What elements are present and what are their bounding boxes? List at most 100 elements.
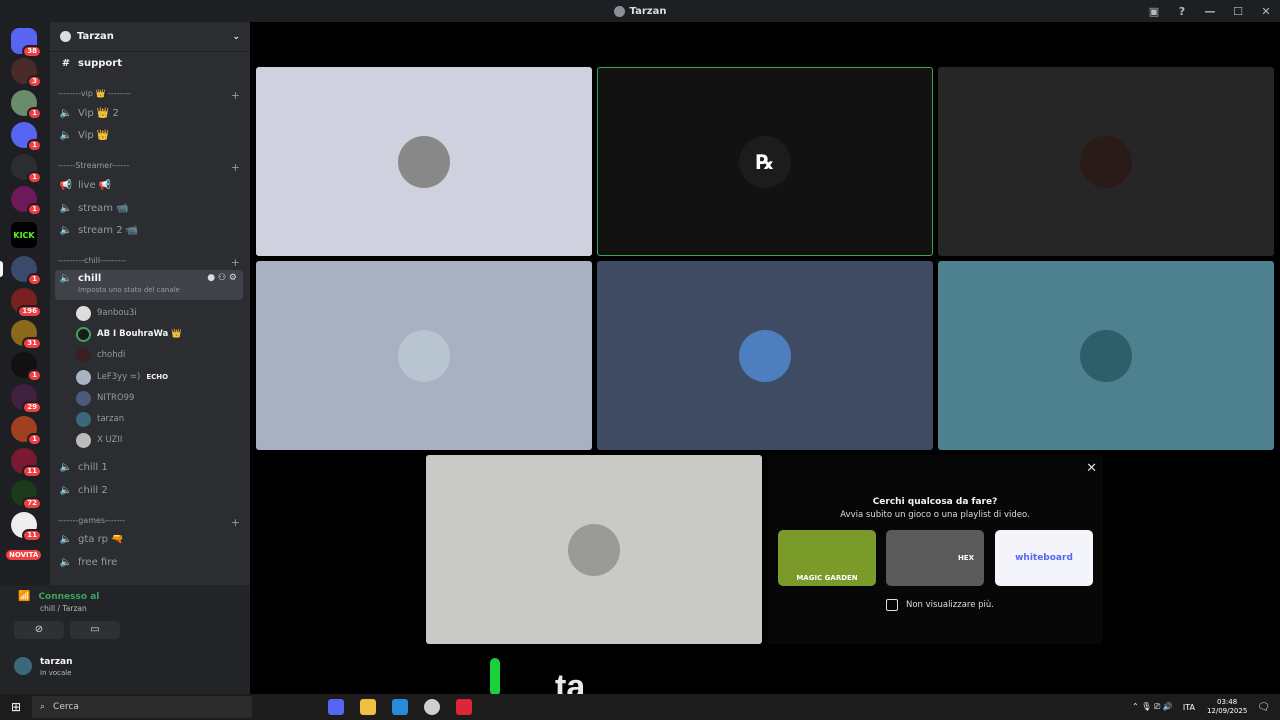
category-chill[interactable]: ---------chill--------- + (58, 256, 240, 269)
discord-taskbar-icon[interactable] (328, 699, 344, 715)
category-label: --------vip 👑 -------- (58, 89, 132, 98)
voice-member[interactable]: NITRO99 (76, 388, 134, 408)
dont-show-checkbox[interactable] (886, 599, 898, 611)
tray-icons[interactable]: ⌃ 🎙 ⎚ 🔊 (1132, 702, 1173, 712)
voice-member[interactable]: AB I BouhraWa 👑 (76, 324, 182, 344)
participant-tile[interactable] (938, 261, 1274, 450)
channel-vip[interactable]: 🔈 Vip 👑 (55, 125, 243, 145)
add-channel-icon[interactable]: + (231, 256, 240, 269)
channel-chill[interactable]: 🔈 chill Imposta uno stato del canale ● ⚇… (55, 270, 243, 300)
help-icon[interactable]: ? (1168, 5, 1196, 18)
channel-gta-rp[interactable]: 🔈 gta rp 🔫 (55, 529, 243, 549)
speaker-icon: 🔈 (59, 533, 73, 545)
channel-support[interactable]: # support (55, 53, 243, 73)
channel-label: support (78, 57, 122, 69)
language-indicator[interactable]: ITA (1183, 703, 1195, 712)
server-icon[interactable]: 196 (11, 288, 42, 318)
category-label: ---------chill--------- (58, 256, 127, 265)
activity-card-magic-garden[interactable]: MAGIC GARDEN (778, 530, 876, 586)
activity-card-whiteboard[interactable]: whiteboard (995, 530, 1093, 586)
channel-stream-2[interactable]: 🔈 stream 2 📹 (55, 220, 243, 240)
speaker-icon: 🔈 (59, 484, 73, 496)
voice-member[interactable]: LeF3yy =) ECHO (76, 367, 168, 387)
hash-icon: # (61, 57, 71, 69)
clock[interactable]: 03:48 12/09/2025 (1207, 698, 1247, 716)
server-icon[interactable]: 1 (11, 154, 42, 184)
taskbar-search-box[interactable]: ⌕ Cerca (32, 696, 252, 718)
card-label: HEX (957, 554, 974, 562)
channel-label: chill (78, 273, 102, 284)
chevron-down-icon[interactable]: ⌄ (232, 32, 240, 42)
voice-member[interactable]: 9anbou3i (76, 303, 137, 323)
connection-status[interactable]: Connesso al (38, 592, 99, 602)
add-channel-icon[interactable]: + (231, 161, 240, 174)
search-placeholder: Cerca (53, 702, 79, 712)
connection-location[interactable]: chill / Tarzan (40, 604, 87, 613)
close-icon[interactable]: ✕ (1086, 461, 1097, 476)
channel-live[interactable]: 📢 live 📢 (55, 175, 243, 195)
speaker-icon: 🔈 (59, 224, 73, 236)
channel-status-text[interactable]: Imposta uno stato del canale (78, 286, 180, 294)
inbox-icon[interactable]: ▣ (1140, 5, 1168, 18)
clock-time: 03:48 (1217, 698, 1238, 706)
video-off-button[interactable]: ⊘ (14, 621, 64, 639)
file-explorer-icon[interactable] (360, 699, 376, 715)
server-icon[interactable]: 1 (11, 186, 42, 216)
novita-badge[interactable]: NOVITÀ (6, 550, 42, 560)
category-games[interactable]: -------games------- + (58, 516, 240, 529)
server-icon[interactable]: 1 (11, 90, 42, 120)
windows-start-icon[interactable]: ⊞ (0, 700, 32, 714)
close-window-button[interactable]: ✕ (1252, 5, 1280, 18)
app-taskbar-icon[interactable] (392, 699, 408, 715)
category-vip[interactable]: --------vip 👑 -------- + (58, 89, 240, 102)
server-icon[interactable]: 72 (11, 480, 42, 510)
participant-tile[interactable] (256, 67, 592, 256)
participant-tile[interactable] (597, 261, 933, 450)
window-titlebar: Tarzan ▣ ? — ☐ ✕ (0, 0, 1280, 22)
participant-tile[interactable] (938, 67, 1274, 256)
participant-tile[interactable] (256, 261, 592, 450)
activity-suggestion-panel: ✕ Cerchi qualcosa da fare? Avvia subito … (767, 455, 1103, 644)
server-icon[interactable]: 3 (11, 58, 42, 88)
server-icon[interactable]: 31 (11, 320, 42, 350)
channel-actions-icons[interactable]: ● ⚇ ⚙ (207, 273, 237, 283)
channel-chill-1[interactable]: 🔈 chill 1 (55, 457, 243, 477)
kick-server-icon[interactable]: KICK (11, 222, 37, 248)
activity-card-hex[interactable]: HEX (886, 530, 984, 586)
app-taskbar-icon[interactable] (456, 699, 472, 715)
maximize-button[interactable]: ☐ (1224, 5, 1252, 18)
server-header[interactable]: Tarzan ⌄ (50, 22, 250, 52)
notification-icon[interactable]: 🗨 (1257, 702, 1270, 713)
server-icon[interactable]: 1 (11, 352, 42, 382)
voice-member[interactable]: chohdi (76, 345, 125, 365)
server-icon-active[interactable]: 1 (11, 256, 42, 286)
channel-stream[interactable]: 🔈 stream 📹 (55, 198, 243, 218)
add-channel-icon[interactable]: + (231, 516, 240, 529)
home-dm-button[interactable]: 38 (11, 28, 42, 58)
avatar (76, 347, 91, 363)
server-icon[interactable]: 1 (11, 122, 42, 152)
channel-free-fire[interactable]: 🔈 free fire (55, 552, 243, 572)
app-taskbar-icon[interactable] (424, 699, 440, 715)
participant-tile[interactable] (426, 455, 762, 644)
voice-member[interactable]: X UZII (76, 430, 122, 450)
user-avatar[interactable] (14, 657, 32, 675)
screen-share-button[interactable]: ▭ (70, 621, 120, 639)
server-icon[interactable]: 11 (11, 448, 42, 478)
server-icon[interactable]: 11 (11, 512, 42, 542)
member-name: LeF3yy =) (97, 372, 141, 382)
avatar (76, 326, 91, 342)
participant-tile-speaking[interactable]: ℞ (597, 67, 933, 256)
add-channel-icon[interactable]: + (231, 89, 240, 102)
server-header-icon (60, 31, 71, 42)
checkbox-label[interactable]: Non visualizzare più. (906, 600, 994, 610)
voice-member[interactable]: tarzan (76, 409, 124, 429)
channel-label: stream 2 📹 (78, 224, 139, 236)
server-icon[interactable]: 29 (11, 384, 42, 414)
minimize-button[interactable]: — (1196, 5, 1224, 18)
server-icon[interactable]: 1 (11, 416, 42, 446)
participant-avatar (739, 329, 791, 382)
channel-chill-2[interactable]: 🔈 chill 2 (55, 480, 243, 500)
channel-vip-2[interactable]: 🔈 Vip 👑 2 (55, 103, 243, 123)
category-streamer[interactable]: ------Streamer------ + (58, 161, 240, 174)
